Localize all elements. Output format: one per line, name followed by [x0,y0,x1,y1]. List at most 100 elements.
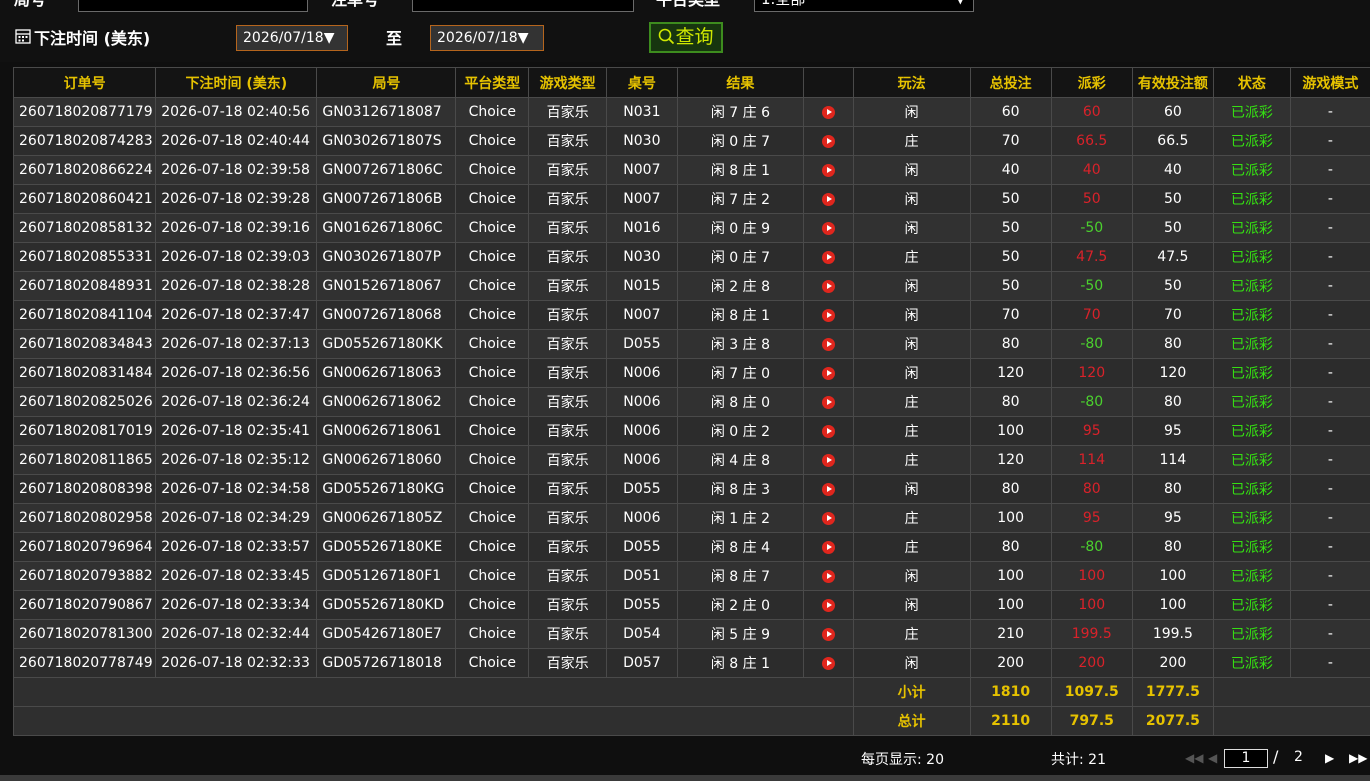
replay-cell [803,445,854,475]
col-table-no[interactable]: 桌号 [606,67,678,98]
play-video-icon[interactable] [821,540,835,554]
replay-cell [803,619,854,649]
cell-bet-time: 2026-07-18 02:35:41 [155,416,318,446]
table-row[interactable]: 260718020825026 2026-07-18 02:36:24 GN0062… [12,387,1370,417]
table-row[interactable]: 260718020831484 2026-07-18 02:36:56 GN0062… [12,358,1370,388]
play-video-icon[interactable] [821,395,835,409]
play-video-icon[interactable] [821,163,835,177]
col-status[interactable]: 状态 [1212,67,1291,98]
cell-result: 闲 8 庄 4 [676,532,805,562]
bottom-strip [0,775,1370,781]
play-video-icon[interactable] [821,366,835,380]
cell-game-type: 百家乐 [528,126,608,156]
cell-table-no: D051 [606,561,678,591]
summary-payout: 797.5 [1050,706,1133,736]
play-video-icon[interactable] [821,250,835,264]
play-video-icon[interactable] [821,598,835,612]
last-page-icon[interactable]: ▶▶ [1349,751,1367,765]
play-video-icon[interactable] [821,105,835,119]
first-page-icon[interactable]: ◀◀ [1185,751,1203,765]
table-row[interactable]: 260718020778749 2026-07-18 02:32:33 GD0572… [12,648,1370,678]
cell-game-mode: - [1289,155,1370,185]
table-row[interactable]: 260718020808398 2026-07-18 02:34:58 GD0552… [12,474,1370,504]
col-result[interactable]: 结果 [676,67,805,98]
play-video-icon[interactable] [821,221,835,235]
cell-result: 闲 2 庄 8 [676,271,805,301]
cell-payout: -50 [1050,271,1133,301]
platform-type-select[interactable]: 1.全部 ▼ [754,0,974,12]
col-game-type[interactable]: 游戏类型 [528,67,608,98]
cell-order-no: 260718020793882 [12,561,157,591]
col-payout[interactable]: 派彩 [1050,67,1133,98]
table-row[interactable]: 260718020858132 2026-07-18 02:39:16 GN0162… [12,213,1370,243]
table-row[interactable]: 260718020811865 2026-07-18 02:35:12 GN0062… [12,445,1370,475]
table-row[interactable]: 260718020802958 2026-07-18 02:34:29 GN0062… [12,503,1370,533]
next-page-icon[interactable]: ▶ [1325,751,1334,765]
col-total-bet[interactable]: 总投注 [969,67,1052,98]
cell-table-no: N030 [606,126,678,156]
page-number-input[interactable]: 1 [1224,749,1268,768]
cell-order-no: 260718020817019 [12,416,157,446]
table-row[interactable]: 260718020860421 2026-07-18 02:39:28 GN0072… [12,184,1370,214]
cell-order-no: 260718020855331 [12,242,157,272]
col-bet-time[interactable]: 下注时间 (美东) [155,67,318,98]
table-row[interactable]: 260718020848931 2026-07-18 02:38:28 GN0152… [12,271,1370,301]
table-row[interactable]: 260718020817019 2026-07-18 02:35:41 GN0062… [12,416,1370,446]
table-row[interactable]: 260718020877179 2026-07-18 02:40:56 GN0312… [12,97,1370,127]
play-video-icon[interactable] [821,308,835,322]
table-row[interactable]: 260718020855331 2026-07-18 02:39:03 GN0302… [12,242,1370,272]
play-video-icon[interactable] [821,569,835,583]
play-video-icon[interactable] [821,511,835,525]
cell-game-mode: - [1289,590,1370,620]
cell-table-no: D057 [606,648,678,678]
table-row[interactable]: 260718020793882 2026-07-18 02:33:45 GD0512… [12,561,1370,591]
game-no-input[interactable] [78,0,308,12]
chevron-down-icon: ▼ [517,30,529,46]
play-video-icon[interactable] [821,192,835,206]
col-game-mode[interactable]: 游戏模式 [1289,67,1370,98]
cell-table-no: N006 [606,503,678,533]
cell-game-mode: - [1289,329,1370,359]
table-row[interactable]: 260718020781300 2026-07-18 02:32:44 GD0542… [12,619,1370,649]
replay-cell [803,387,854,417]
cell-total-bet: 100 [969,561,1052,591]
col-play[interactable]: 玩法 [852,67,971,98]
cell-valid-bet: 40 [1131,155,1214,185]
col-order-no[interactable]: 订单号 [12,67,157,98]
date-to-picker[interactable]: 2026/07/18▼ [430,25,544,51]
cell-status: 已派彩 [1212,387,1291,417]
cell-game-no: GN00626718060 [316,445,457,475]
cell-platform: Choice [455,590,530,620]
order-no-input[interactable] [412,0,634,12]
cell-play: 庄 [852,445,971,475]
cell-game-no: GN0302671807S [316,126,457,156]
replay-cell [803,329,854,359]
col-game-no[interactable]: 局号 [316,67,457,98]
replay-cell [803,184,854,214]
play-video-icon[interactable] [821,337,835,351]
col-valid-bet[interactable]: 有效投注额 [1131,67,1214,98]
table-row[interactable]: 260718020796964 2026-07-18 02:33:57 GD0552… [12,532,1370,562]
play-video-icon[interactable] [821,656,835,670]
replay-cell [803,126,854,156]
play-video-icon[interactable] [821,424,835,438]
date-to-value: 2026/07/18 [437,30,518,46]
cell-table-no: N030 [606,242,678,272]
play-video-icon[interactable] [821,627,835,641]
table-row[interactable]: 260718020841104 2026-07-18 02:37:47 GN0072… [12,300,1370,330]
cell-order-no: 260718020778749 [12,648,157,678]
prev-page-icon[interactable]: ◀ [1208,751,1217,765]
play-video-icon[interactable] [821,134,835,148]
table-row[interactable]: 260718020834843 2026-07-18 02:37:13 GD0552… [12,329,1370,359]
play-video-icon[interactable] [821,453,835,467]
table-row[interactable]: 260718020874283 2026-07-18 02:40:44 GN0302… [12,126,1370,156]
play-video-icon[interactable] [821,482,835,496]
cell-play: 闲 [852,358,971,388]
date-from-picker[interactable]: 2026/07/18▼ [236,25,348,51]
play-video-icon[interactable] [821,279,835,293]
col-platform[interactable]: 平台类型 [455,67,530,98]
table-row[interactable]: 260718020790867 2026-07-18 02:33:34 GD0552… [12,590,1370,620]
cell-bet-time: 2026-07-18 02:33:57 [155,532,318,562]
table-row[interactable]: 260718020866224 2026-07-18 02:39:58 GN0072… [12,155,1370,185]
query-button[interactable]: 查询 [649,22,723,53]
